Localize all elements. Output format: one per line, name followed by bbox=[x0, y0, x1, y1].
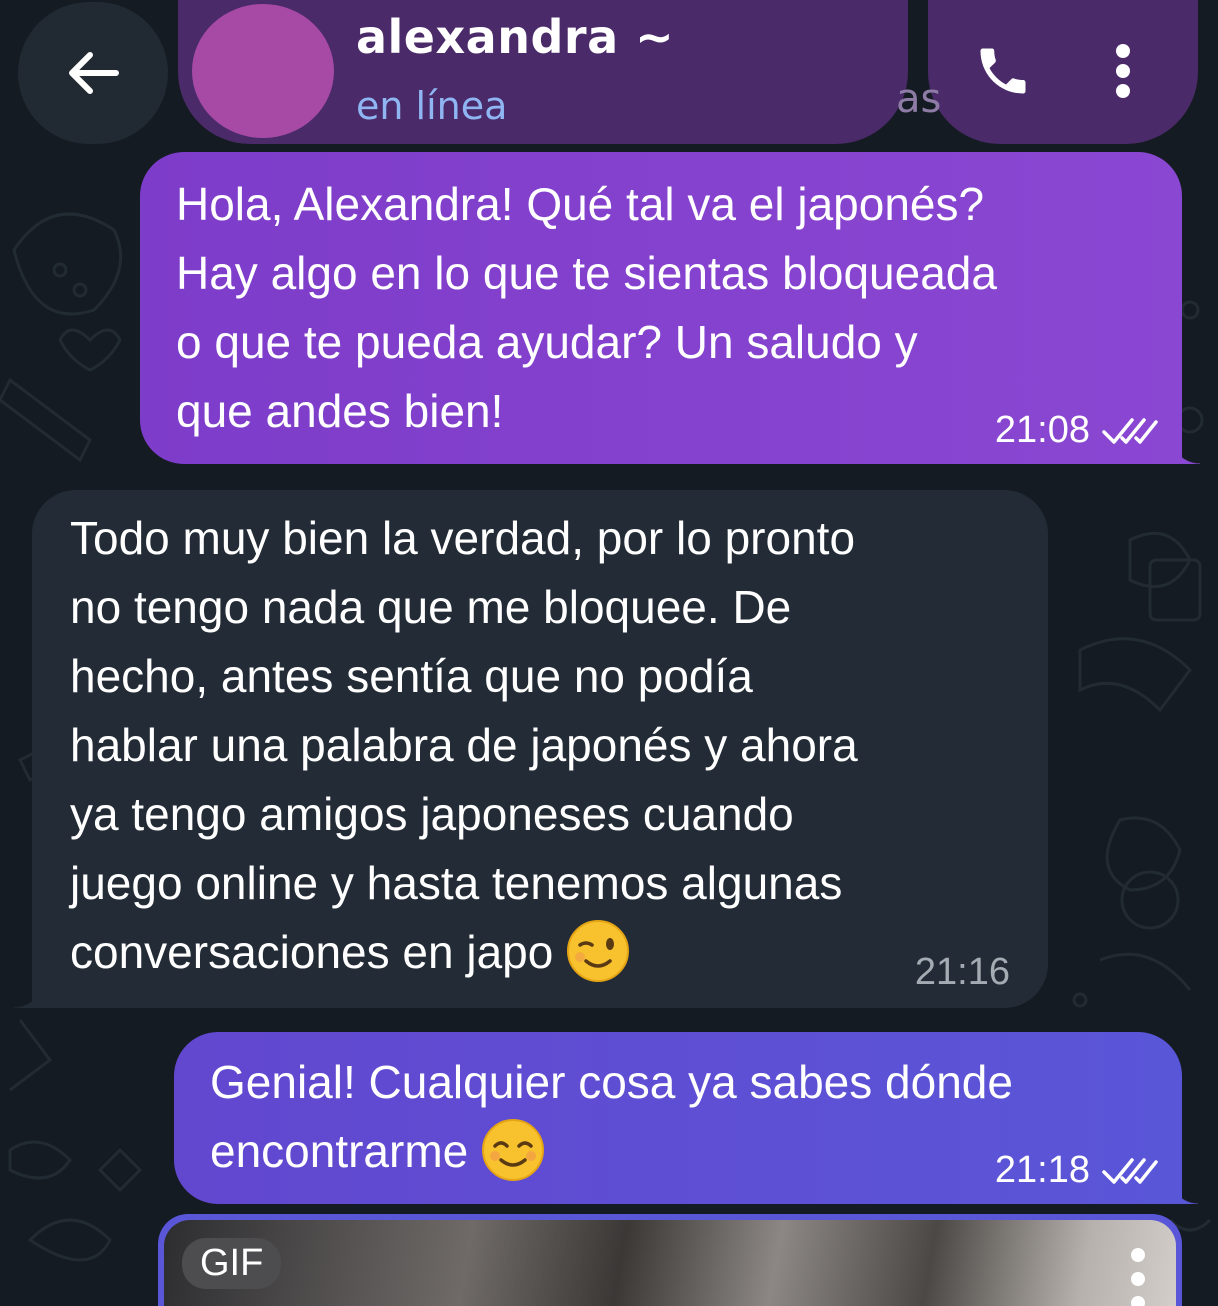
gif-badge: GIF bbox=[182, 1238, 282, 1289]
back-button[interactable] bbox=[18, 2, 168, 144]
message-bubble-incoming[interactable]: Todo muy bien la verdad, por lo pronto n… bbox=[14, 490, 1048, 1008]
message-text: Todo muy bien la verdad, por lo pronto n… bbox=[70, 504, 1018, 987]
contact-avatar[interactable] bbox=[192, 4, 334, 138]
message-text: Hola, Alexandra! Qué tal va el japonés? … bbox=[176, 178, 997, 437]
message-meta: 21:18 bbox=[995, 1149, 1158, 1192]
vertical-dots-icon bbox=[1116, 44, 1130, 98]
gif-preview[interactable]: GIF bbox=[164, 1220, 1176, 1306]
message-text-body: Todo muy bien la verdad, por lo pronto n… bbox=[70, 512, 858, 978]
message-meta: 21:08 bbox=[995, 409, 1158, 452]
message-meta: 21:16 bbox=[915, 951, 1010, 994]
gif-message[interactable]: GIF bbox=[158, 1214, 1182, 1306]
double-check-icon bbox=[1102, 417, 1158, 444]
background-text-peek: as bbox=[896, 76, 942, 122]
message-time: 21:18 bbox=[994, 1149, 1090, 1191]
message-bubble-outgoing[interactable]: Genial! Cualquier cosa ya sabes dónde en… bbox=[174, 1032, 1198, 1204]
message-text-body: Genial! Cualquier cosa ya sabes dónde en… bbox=[210, 1056, 1013, 1177]
contact-name[interactable]: alexandra ~ bbox=[356, 10, 674, 64]
more-options-button[interactable] bbox=[1098, 36, 1148, 106]
smiling-face-emoji bbox=[482, 1118, 545, 1181]
call-button[interactable] bbox=[968, 36, 1038, 106]
double-check-icon bbox=[1102, 1157, 1158, 1184]
message-bubble-outgoing[interactable]: Hola, Alexandra! Qué tal va el japonés? … bbox=[140, 152, 1200, 464]
contact-status: en línea bbox=[356, 84, 508, 128]
vertical-dots-icon[interactable] bbox=[1116, 1248, 1160, 1306]
arrow-left-icon bbox=[69, 52, 119, 94]
winking-face-emoji bbox=[567, 919, 630, 982]
message-time: 21:08 bbox=[994, 409, 1090, 451]
phone-icon bbox=[980, 48, 1026, 94]
message-time: 21:16 bbox=[914, 951, 1010, 993]
